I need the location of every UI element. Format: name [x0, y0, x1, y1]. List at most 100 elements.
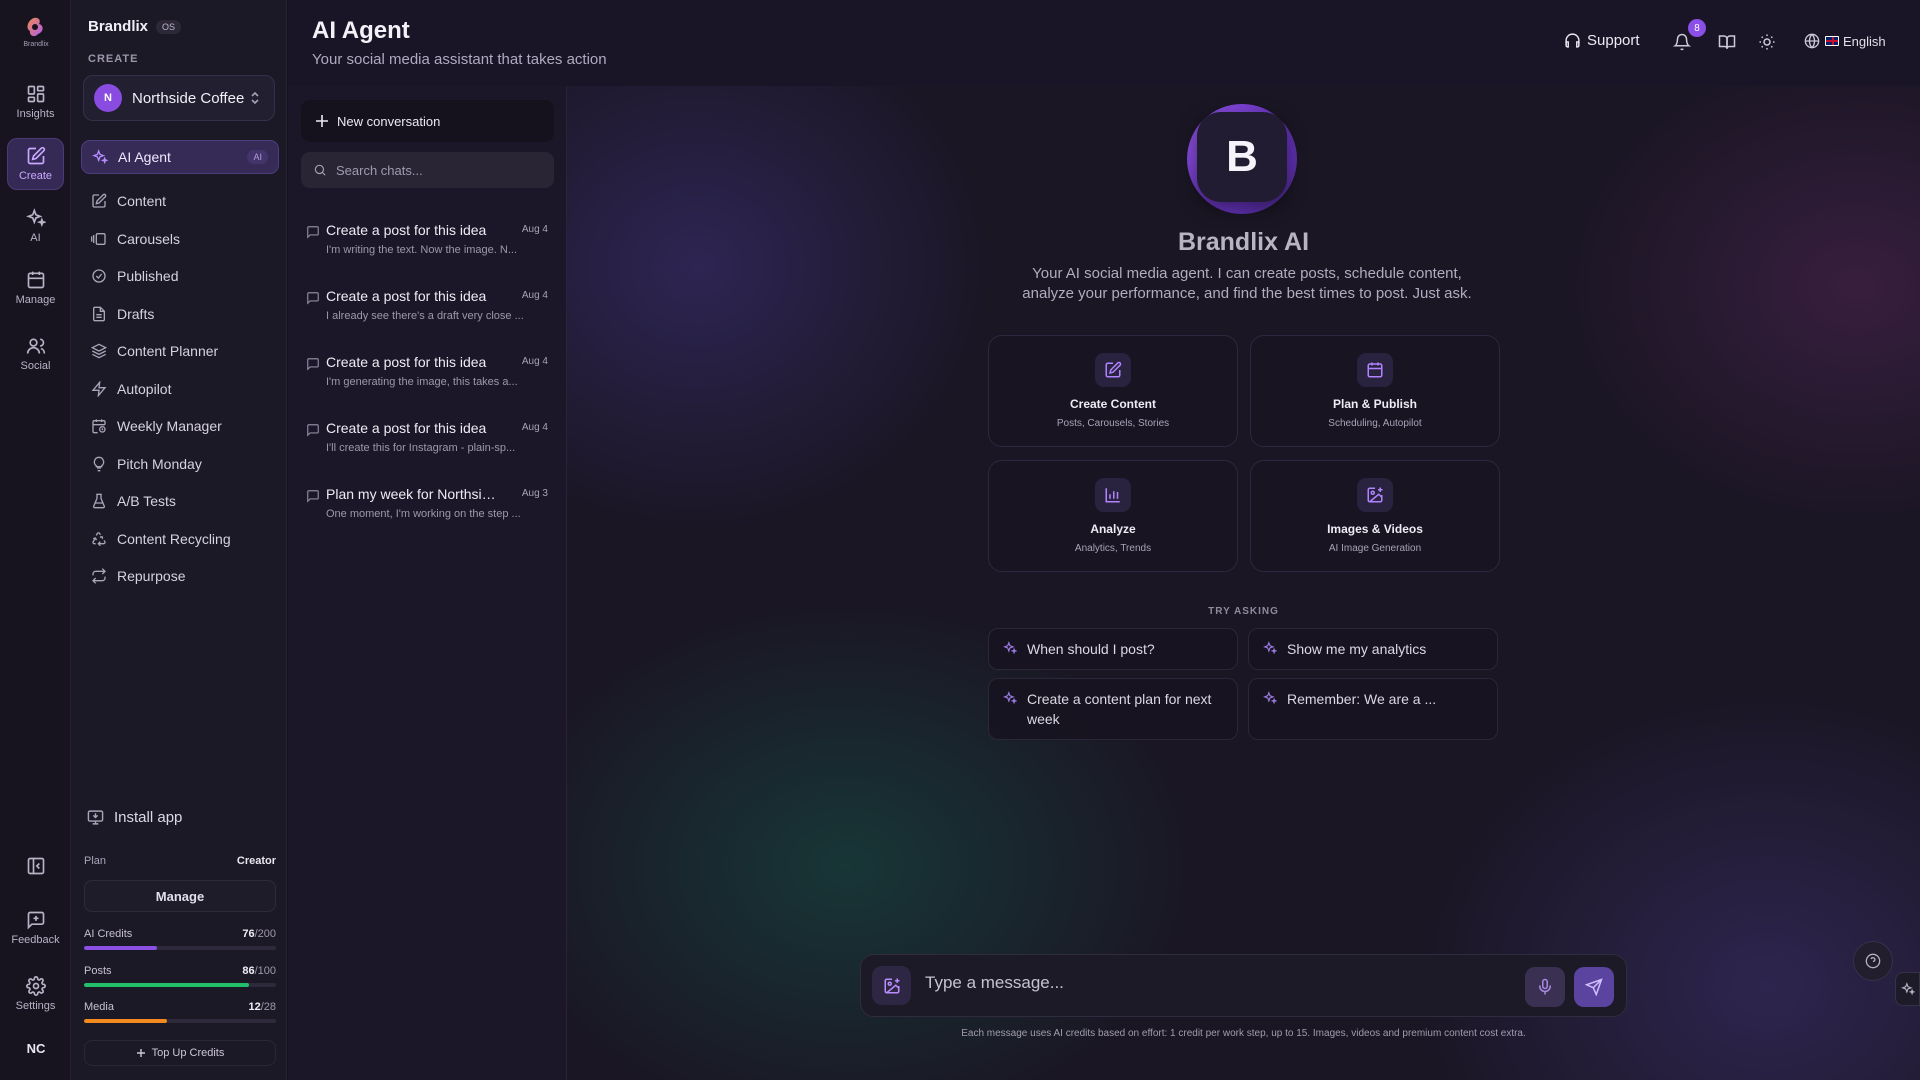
chat-preview: I'm writing the text. Now the image. N..… [326, 244, 518, 256]
book-icon[interactable] [1718, 33, 1736, 51]
recycle-icon [91, 531, 107, 547]
usage-bar-fill [84, 983, 250, 987]
sidebar-item-label: A/B Tests [117, 493, 176, 509]
install-app-button[interactable]: Install app [87, 809, 182, 826]
sidebar-item-ab-tests[interactable]: A/B Tests [81, 484, 279, 518]
rail-item-settings[interactable]: Settings [7, 968, 64, 1020]
capability-title: Images & Videos [1327, 522, 1423, 536]
sidebar-item-label: Pitch Monday [117, 456, 202, 472]
chat-list-item[interactable]: Create a post for this idea Aug 4 I'm ge… [306, 352, 551, 402]
bar-chart-icon [1104, 486, 1122, 504]
suggestion-chip[interactable]: Create a content plan for next week [988, 678, 1238, 740]
rail-item-manage[interactable]: Manage [7, 262, 64, 314]
capability-analyze[interactable]: Analyze Analytics, Trends [988, 460, 1238, 572]
rail-item-social[interactable]: Social [7, 328, 64, 380]
edit-icon [1104, 361, 1122, 379]
sidebar-item-label: Repurpose [117, 568, 186, 584]
usage-used: 86 [242, 965, 255, 977]
capability-images-videos[interactable]: Images & Videos AI Image Generation [1250, 460, 1500, 572]
suggestion-chip[interactable]: When should I post? [988, 628, 1238, 670]
suggestion-text: Show me my analytics [1287, 641, 1427, 657]
chat-date: Aug 4 [521, 290, 548, 301]
agent-title: Brandlix AI [1177, 228, 1310, 256]
sidebar-item-content-recycling[interactable]: Content Recycling [81, 522, 279, 556]
language-selector[interactable]: English [1804, 33, 1886, 49]
sidebar-item-published[interactable]: Published [81, 259, 279, 293]
sidebar-item-content[interactable]: Content [81, 184, 279, 218]
usage-posts: Posts 86/100 [84, 965, 276, 987]
globe-icon [1804, 33, 1820, 49]
file-icon [91, 306, 107, 322]
sidebar-item-autopilot[interactable]: Autopilot [81, 372, 279, 406]
brand-badge: OS [156, 19, 182, 34]
usage-ai-credits: AI Credits 76/200 [84, 928, 276, 950]
attach-image-button[interactable] [872, 966, 911, 1005]
page-title: AI Agent [312, 17, 410, 44]
sidebar-item-label: Autopilot [117, 381, 172, 397]
chat-list-item[interactable]: Create a post for this idea Aug 4 I alre… [306, 286, 551, 336]
bell-icon[interactable] [1673, 33, 1691, 51]
capability-create-content[interactable]: Create Content Posts, Carousels, Stories [988, 335, 1238, 447]
support-label: Support [1587, 32, 1640, 49]
help-button[interactable] [1853, 941, 1893, 981]
chat-list-item[interactable]: Plan my week for Northside Coffee Aug 3 … [306, 484, 551, 534]
agent-main-area: B Brandlix AI Your AI social media agent… [567, 86, 1920, 1080]
sidebar-item-ai-agent[interactable]: AI Agent AI [81, 140, 279, 174]
capability-title: Plan & Publish [1332, 397, 1417, 411]
image-plus-icon [883, 977, 901, 995]
flask-icon [91, 493, 107, 509]
manage-plan-button[interactable]: Manage [84, 880, 276, 912]
sidebar-collapse-button[interactable] [7, 842, 64, 894]
sidebar-item-content-planner[interactable]: Content Planner [81, 334, 279, 368]
sidebar-item-pitch-monday[interactable]: Pitch Monday [81, 447, 279, 481]
capability-icon-box [1095, 478, 1131, 512]
monitor-download-icon [87, 809, 104, 826]
new-conversation-button[interactable]: New conversation [301, 100, 554, 142]
sidebar-item-repurpose[interactable]: Repurpose [81, 559, 279, 593]
ai-assistant-toggle[interactable] [1895, 972, 1920, 1006]
language-label: English [1843, 33, 1886, 49]
rail-item-feedback[interactable]: Feedback [7, 902, 64, 954]
account-switcher[interactable]: N Northside Coffee [83, 75, 275, 121]
usage-label: AI Credits [84, 928, 133, 940]
chevron-updown-icon [250, 91, 260, 105]
page-subtitle: Your social media assistant that takes a… [312, 51, 607, 68]
sidebar-item-drafts[interactable]: Drafts [81, 297, 279, 331]
rail-item-create[interactable]: Create [7, 138, 64, 190]
user-avatar[interactable]: NC [21, 1033, 51, 1063]
top-up-credits-button[interactable]: Top Up Credits [84, 1040, 276, 1066]
support-button[interactable]: Support [1564, 32, 1640, 49]
sun-icon[interactable] [1758, 33, 1776, 51]
sidebar: Brandlix OS CREATE N Northside Coffee AI… [71, 0, 287, 1080]
calendar-icon [1366, 361, 1384, 379]
edit-icon [26, 146, 46, 166]
plan-row: Plan Creator [84, 855, 276, 867]
capability-title: Analyze [1090, 522, 1136, 536]
suggestion-chip[interactable]: Remember: We are a ... [1248, 678, 1498, 740]
chat-list-item[interactable]: Create a post for this idea Aug 4 I'll c… [306, 418, 551, 468]
brandlix-ai-logo: B [1187, 104, 1297, 214]
rail-item-label: Create [18, 170, 53, 182]
chat-date: Aug 4 [521, 422, 548, 433]
rail-item-label: Settings [15, 1000, 56, 1012]
brand-logo[interactable]: Brandlix [22, 16, 50, 48]
plus-icon [136, 1048, 146, 1058]
suggestion-chip[interactable]: Show me my analytics [1248, 628, 1498, 670]
voice-input-button[interactable] [1525, 967, 1565, 1007]
chat-title: Create a post for this idea [326, 288, 487, 304]
rail-item-insights[interactable]: Insights [7, 76, 64, 128]
capability-plan-publish[interactable]: Plan & Publish Scheduling, Autopilot [1250, 335, 1500, 447]
chat-search-input[interactable] [336, 162, 536, 178]
send-button[interactable] [1574, 967, 1614, 1007]
usage-total: /28 [260, 1001, 276, 1013]
message-input[interactable] [925, 973, 1505, 993]
uk-flag-icon [1825, 36, 1839, 46]
chat-list-item[interactable]: Create a post for this idea Aug 4 I'm wr… [306, 220, 551, 270]
sidebar-item-carousels[interactable]: Carousels [81, 222, 279, 256]
search-icon [313, 163, 327, 177]
usage-bar-fill [84, 946, 157, 950]
chat-search [301, 152, 554, 188]
sidebar-item-weekly-manager[interactable]: Weekly Manager [81, 409, 279, 443]
chat-title: Create a post for this idea [326, 420, 487, 436]
rail-item-ai[interactable]: AI [7, 200, 64, 252]
